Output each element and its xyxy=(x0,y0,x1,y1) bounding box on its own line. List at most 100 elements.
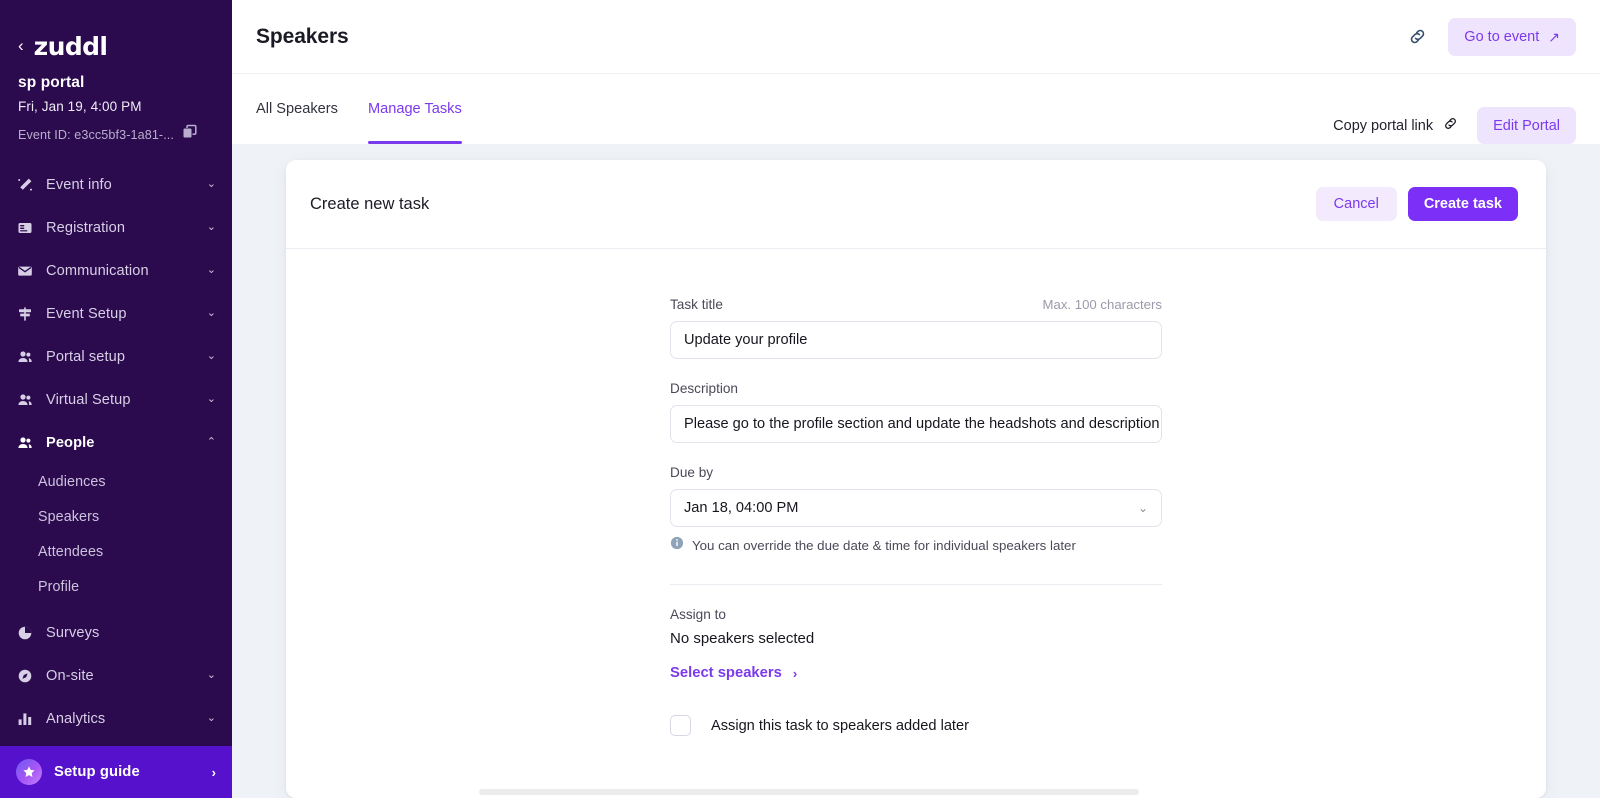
event-id-label: Event ID: e3cc5bf3-1a81-... xyxy=(18,127,175,142)
bar-chart-icon xyxy=(16,710,33,727)
sidebar-item-label: Virtual Setup xyxy=(46,391,131,408)
tab-manage-tasks[interactable]: Manage Tasks xyxy=(367,74,470,144)
task-title-input[interactable]: Update your profile xyxy=(670,321,1162,359)
sidebar-item-label: Event info xyxy=(46,176,112,193)
tab-bar: All Speakers Manage Tasks Copy portal li… xyxy=(232,73,1600,144)
due-by-note: You can override the due date & time for… xyxy=(670,536,1162,555)
setup-guide-button[interactable]: Setup guide › xyxy=(0,746,232,798)
sidebar-item-event-info[interactable]: Event info ⌄ xyxy=(0,163,232,206)
arrow-up-right-icon: ↗ xyxy=(1548,28,1560,45)
due-by-field: Due by Jan 18, 04:00 PM ⌄ You can overri… xyxy=(670,465,1162,555)
chevron-down-icon[interactable]: ⌄ xyxy=(207,222,216,233)
chevron-left-icon[interactable]: ‹ xyxy=(18,37,24,54)
star-icon xyxy=(16,759,42,785)
task-title-field: Task title Max. 100 characters Update yo… xyxy=(670,297,1162,359)
page-title: Speakers xyxy=(256,24,349,48)
form-icon xyxy=(16,219,33,236)
sidebar-subitem-label: Speakers xyxy=(38,508,100,525)
chevron-down-icon[interactable]: ⌄ xyxy=(207,670,216,681)
tabbar-actions: Copy portal link Edit Portal xyxy=(1333,107,1576,144)
top-bar: Speakers Go to event ↗ xyxy=(232,0,1600,73)
chevron-down-icon[interactable]: ⌄ xyxy=(207,351,216,362)
envelope-icon xyxy=(16,262,33,279)
card-title: Create new task xyxy=(310,194,430,213)
pie-chart-icon xyxy=(16,624,33,641)
main-area: Speakers Go to event ↗ All Speakers Mana… xyxy=(232,0,1600,798)
description-input[interactable]: Please go to the profile section and upd… xyxy=(670,405,1162,443)
event-summary: sp portal Fri, Jan 19, 4:00 PM Event ID:… xyxy=(0,66,232,145)
chevron-down-icon[interactable]: ⌄ xyxy=(207,265,216,276)
sidebar-item-attendees[interactable]: Attendees xyxy=(0,534,232,569)
create-task-button[interactable]: Create task xyxy=(1407,187,1518,221)
sidebar-item-virtual-setup[interactable]: Virtual Setup ⌄ xyxy=(0,378,232,421)
copy-icon[interactable] xyxy=(182,124,198,145)
sidebar-item-label: Event Setup xyxy=(46,305,127,322)
copy-portal-link-button[interactable]: Copy portal link xyxy=(1333,115,1459,136)
sidebar-item-registration[interactable]: Registration ⌄ xyxy=(0,206,232,249)
chevron-down-icon[interactable]: ⌄ xyxy=(1138,501,1148,515)
zuddl-logo: zuddl xyxy=(33,31,108,61)
card-body: Task title Max. 100 characters Update yo… xyxy=(286,249,1546,798)
event-date: Fri, Jan 19, 4:00 PM xyxy=(18,99,142,114)
tab-label: All Speakers xyxy=(256,101,338,117)
sidebar-item-event-setup[interactable]: Event Setup ⌄ xyxy=(0,292,232,335)
content-area: Create new task Cancel Create task Task … xyxy=(232,144,1600,798)
due-by-note-text: You can override the due date & time for… xyxy=(692,538,1076,553)
info-icon xyxy=(670,536,684,555)
sidebar-item-label: Registration xyxy=(46,219,126,236)
sidebar-item-profile[interactable]: Profile xyxy=(0,569,232,604)
edit-portal-button[interactable]: Edit Portal xyxy=(1477,107,1576,144)
link-icon[interactable] xyxy=(1400,20,1434,54)
sidebar-item-people[interactable]: People ⌃ xyxy=(0,421,232,464)
copy-portal-link-label: Copy portal link xyxy=(1333,117,1434,134)
tab-all-speakers[interactable]: All Speakers xyxy=(256,74,346,144)
sidebar-nav: Event info ⌄ Registration ⌄ Communicatio… xyxy=(0,163,232,746)
sidebar-subitem-label: Audiences xyxy=(38,473,106,490)
create-task-form: Task title Max. 100 characters Update yo… xyxy=(670,297,1162,798)
sidebar-item-label: People xyxy=(46,434,95,451)
horizontal-scrollbar[interactable] xyxy=(479,789,1139,795)
create-task-card: Create new task Cancel Create task Task … xyxy=(286,160,1546,798)
sidebar-item-label: Analytics xyxy=(46,710,106,727)
chevron-down-icon[interactable]: ⌄ xyxy=(207,179,216,190)
link-icon xyxy=(1442,115,1459,136)
chevron-down-icon[interactable]: ⌄ xyxy=(207,394,216,405)
chevron-down-icon[interactable]: ⌄ xyxy=(207,308,216,319)
chevron-down-icon[interactable]: ⌄ xyxy=(207,713,216,724)
task-title-max-hint: Max. 100 characters xyxy=(1042,297,1162,312)
go-to-event-button[interactable]: Go to event ↗ xyxy=(1448,17,1576,56)
tabs: All Speakers Manage Tasks xyxy=(256,74,492,144)
sidebar-item-portal-setup[interactable]: Portal setup ⌄ xyxy=(0,335,232,378)
event-name: sp portal xyxy=(18,74,85,91)
people-icon xyxy=(16,391,33,408)
sidebar-item-audiences[interactable]: Audiences xyxy=(0,464,232,499)
brand-header[interactable]: ‹ zuddl xyxy=(0,0,232,66)
select-speakers-link[interactable]: Select speakers › xyxy=(670,665,797,681)
sidebar-item-communication[interactable]: Communication ⌄ xyxy=(0,249,232,292)
signpost-icon xyxy=(16,305,33,322)
chevron-right-icon[interactable]: › xyxy=(212,765,216,780)
task-title-label: Task title xyxy=(670,297,723,312)
sidebar-item-analytics[interactable]: Analytics ⌄ xyxy=(0,697,232,740)
due-by-label: Due by xyxy=(670,465,714,480)
magic-wand-icon xyxy=(16,176,33,193)
people-icon xyxy=(16,348,33,365)
sidebar-item-label: Portal setup xyxy=(46,348,126,365)
cancel-button[interactable]: Cancel xyxy=(1315,187,1397,221)
assign-to-section: Assign to No speakers selected Select sp… xyxy=(670,585,1162,736)
sidebar-item-on-site[interactable]: On-site ⌄ xyxy=(0,654,232,697)
people-icon xyxy=(16,434,33,451)
tab-label: Manage Tasks xyxy=(367,101,462,117)
task-title-label-row: Task title Max. 100 characters xyxy=(670,297,1162,312)
sidebar-item-speakers[interactable]: Speakers xyxy=(0,499,232,534)
event-id-row: Event ID: e3cc5bf3-1a81-... xyxy=(18,124,216,145)
app-root: ‹ zuddl sp portal Fri, Jan 19, 4:00 PM E… xyxy=(0,0,1600,798)
chevron-up-icon[interactable]: ⌃ xyxy=(207,437,216,448)
setup-guide-label: Setup guide xyxy=(54,764,140,780)
due-by-select[interactable]: Jan 18, 04:00 PM ⌄ xyxy=(670,489,1162,527)
card-header: Create new task Cancel Create task xyxy=(286,160,1546,249)
assign-later-checkbox[interactable] xyxy=(670,715,691,736)
assign-to-value: No speakers selected xyxy=(670,630,815,647)
compass-icon xyxy=(16,667,33,684)
sidebar-item-surveys[interactable]: Surveys xyxy=(0,611,232,654)
